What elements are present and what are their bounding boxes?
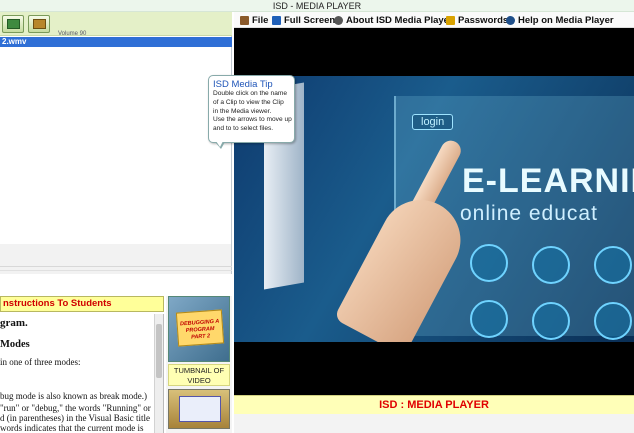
video-thumbnail[interactable]: DEBUGGING A PROGRAM PART 2 xyxy=(168,296,230,362)
book-icon xyxy=(470,244,508,282)
doc-subheading: Modes xyxy=(0,339,30,350)
tip-title: ISD Media Tip xyxy=(213,79,273,90)
thumbnail-column: DEBUGGING A PROGRAM PART 2 TUMBNAIL OF V… xyxy=(166,296,232,433)
menu-passwords[interactable]: Passwords xyxy=(446,12,508,28)
tip-line: in the Media viewer. xyxy=(213,107,272,115)
tip-line: and to to select files. xyxy=(213,125,274,133)
key-icon xyxy=(446,15,455,25)
doc-line: "run" or "debug," the words "Running" or xyxy=(0,403,151,413)
playlist-item[interactable]: 2.wmv xyxy=(0,37,232,47)
tip-pointer-fill xyxy=(216,141,223,147)
doc-heading: gram. xyxy=(0,317,28,329)
playlist[interactable]: 2.wmv xyxy=(0,36,232,244)
thumbnail-label: TUMBNAIL OF VIDEO xyxy=(168,364,230,386)
secondary-thumbnail[interactable] xyxy=(168,389,230,429)
menu-full-screen-label: Full Screen xyxy=(284,14,336,26)
full-screen-icon xyxy=(272,15,281,25)
calculator-icon xyxy=(594,246,632,284)
open-book-button[interactable] xyxy=(28,15,50,33)
menu-help[interactable]: Help on Media Player xyxy=(506,12,614,28)
divider xyxy=(0,266,232,267)
thumbnail-card-text: DEBUGGING A PROGRAM PART 2 xyxy=(179,318,220,341)
file-icon xyxy=(240,15,249,25)
divider xyxy=(0,270,232,271)
book-icon xyxy=(33,19,46,29)
atom-icon xyxy=(532,302,570,340)
status-area xyxy=(234,414,634,433)
video-headline: E-LEARNING xyxy=(462,162,634,200)
thumbnail-diagram xyxy=(179,396,221,422)
globe-icon xyxy=(532,246,570,284)
video-login-text: login xyxy=(412,114,454,130)
left-spacer xyxy=(0,244,232,274)
instructions-header: nstructions To Students xyxy=(0,296,164,312)
menu-about-label: About ISD Media Player xyxy=(346,14,453,26)
video-subline: online educat xyxy=(460,202,598,225)
tip-line: of a Clip to view the Clip xyxy=(213,98,284,106)
doc-line: d (in parentheses) in the Visual Basic t… xyxy=(0,413,151,423)
bottom-banner: ISD : MEDIA PLAYER xyxy=(234,395,634,414)
doc-line: bug mode is also known as break mode.) xyxy=(0,391,147,401)
play-clip-button[interactable] xyxy=(2,15,24,33)
doc-line: in one of three modes: xyxy=(0,357,81,367)
mouse-icon xyxy=(470,300,508,338)
menu-full-screen[interactable]: Full Screen xyxy=(272,12,335,28)
doc-scrollbar[interactable] xyxy=(154,314,163,433)
film-icon xyxy=(7,19,20,29)
thumbnail-card: DEBUGGING A PROGRAM PART 2 xyxy=(175,309,225,347)
doc-scroll-thumb[interactable] xyxy=(156,324,162,378)
menu-file[interactable]: File xyxy=(240,12,268,28)
media-tip-tooltip: ISD Media Tip Double click on the name o… xyxy=(208,75,295,149)
help-icon xyxy=(506,15,515,25)
window-title: ISD - MEDIA PLAYER xyxy=(0,0,634,12)
menu-bar: File Full Screen About ISD Media Player … xyxy=(234,12,634,28)
menu-file-label: File xyxy=(252,14,269,26)
about-icon xyxy=(334,15,343,25)
chat-icon xyxy=(594,302,632,340)
tip-line: Double click on the name xyxy=(213,90,288,97)
left-toolbar: Volume 90 xyxy=(0,12,232,37)
menu-help-label: Help on Media Player xyxy=(518,14,614,26)
tip-line: Use the arrows to move up xyxy=(213,116,292,124)
doc-line: words indicates that the current mode is xyxy=(0,423,144,433)
menu-passwords-label: Passwords xyxy=(458,14,509,26)
menu-about[interactable]: About ISD Media Player xyxy=(334,12,453,28)
instructions-document[interactable]: gram. Modes in one of three modes: bug m… xyxy=(0,314,164,433)
